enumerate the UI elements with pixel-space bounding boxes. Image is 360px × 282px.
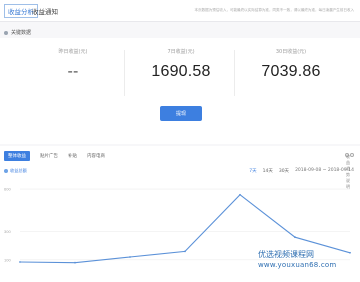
top-tab-bar: 收益分析 收益通知 本页数据为预估收入，可能最终以实际结算为准，同类不一致，请以… [0, 0, 360, 22]
divider [234, 50, 235, 96]
y-tick-label: 100 [4, 257, 11, 262]
stats-panel: 昨日收益(元) -- 7日收益(元) 1690.58 30日收益(元) 7039… [0, 38, 360, 144]
data-point[interactable] [74, 261, 76, 264]
data-point[interactable] [349, 251, 351, 254]
section-title-text: 关键数据 [11, 30, 32, 36]
stat-label: 7日收益(元) [167, 49, 195, 55]
tab-income-notice[interactable]: 收益通知 [32, 6, 58, 16]
top-note: 本页数据为预估收入，可能最终以实际结算为准，同类不一致，请以最终为准，每日凌晨产… [194, 8, 355, 12]
stat-30day: 30日收益(元) 7039.86 [236, 48, 346, 81]
stat-value: 1690.58 [151, 63, 211, 80]
data-point[interactable] [184, 250, 186, 253]
stat-label: 昨日收益(元) [58, 49, 88, 55]
divider [124, 50, 125, 96]
stat-label: 30日收益(元) [275, 49, 307, 55]
watermark: 优选视频课程网 www.youxuan68.com [258, 249, 336, 271]
stat-value: -- [67, 63, 79, 80]
watermark-line1: 优选视频课程网 [258, 250, 314, 259]
y-tick-label: 600 [4, 187, 11, 192]
stat-value: 7039.86 [261, 63, 321, 80]
section-dot-icon [4, 30, 8, 35]
stat-yesterday: 昨日收益(元) -- [18, 48, 128, 81]
watermark-line2: www.youxuan68.com [258, 261, 337, 269]
data-point[interactable] [239, 193, 241, 196]
section-title: 关键数据 [4, 29, 31, 36]
stat-7day: 7日收益(元) 1690.58 [126, 48, 236, 81]
withdraw-button[interactable]: 提现 [160, 106, 202, 121]
data-point[interactable] [129, 256, 131, 258]
y-tick-label: 300 [4, 229, 11, 234]
data-point[interactable] [294, 236, 296, 239]
data-point[interactable] [19, 261, 21, 263]
